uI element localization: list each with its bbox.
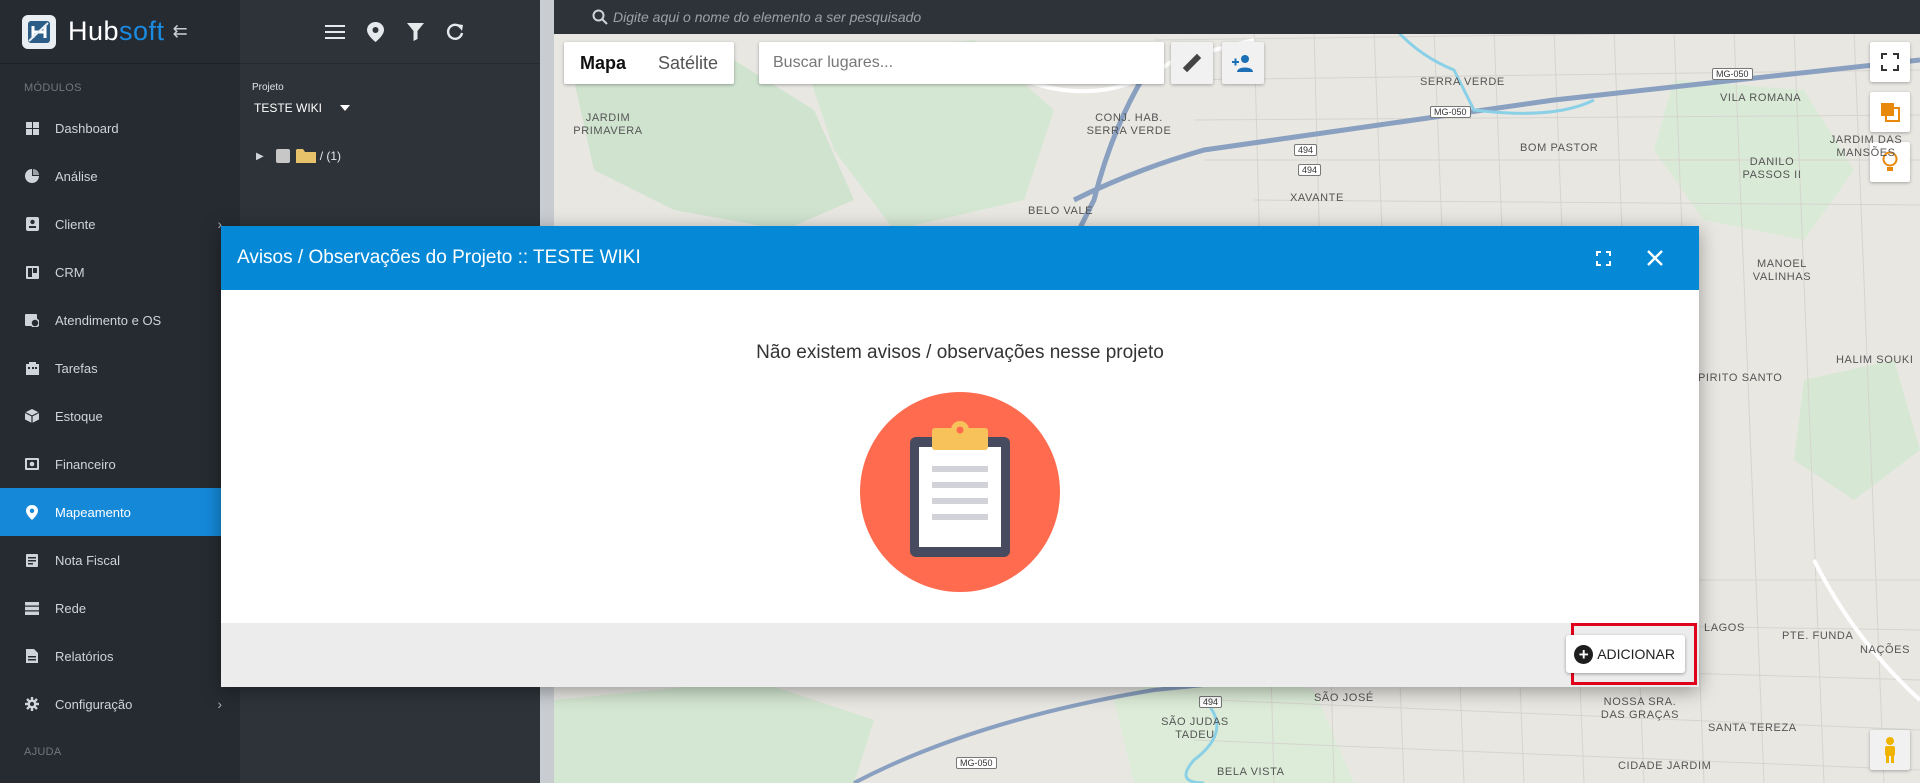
- notices-modal: Avisos / Observações do Projeto :: TESTE…: [221, 226, 1699, 687]
- close-modal-button[interactable]: [1643, 246, 1667, 270]
- modal-body: Não existem avisos / observações nesse p…: [221, 290, 1699, 623]
- add-notice-button[interactable]: + ADICIONAR: [1566, 635, 1685, 673]
- expand-icon: [1595, 250, 1611, 266]
- modal-title: Avisos / Observações do Projeto :: TESTE…: [237, 247, 641, 268]
- empty-state-message: Não existem avisos / observações nesse p…: [756, 342, 1164, 363]
- plus-circle-icon: +: [1574, 644, 1594, 664]
- add-button-label: ADICIONAR: [1597, 646, 1675, 662]
- maximize-modal-button[interactable]: [1593, 248, 1613, 268]
- modal-header: Avisos / Observações do Projeto :: TESTE…: [221, 226, 1699, 290]
- close-icon: [1647, 250, 1663, 266]
- modal-footer: + ADICIONAR: [221, 623, 1699, 687]
- clipboard-illustration-icon: [860, 392, 1060, 592]
